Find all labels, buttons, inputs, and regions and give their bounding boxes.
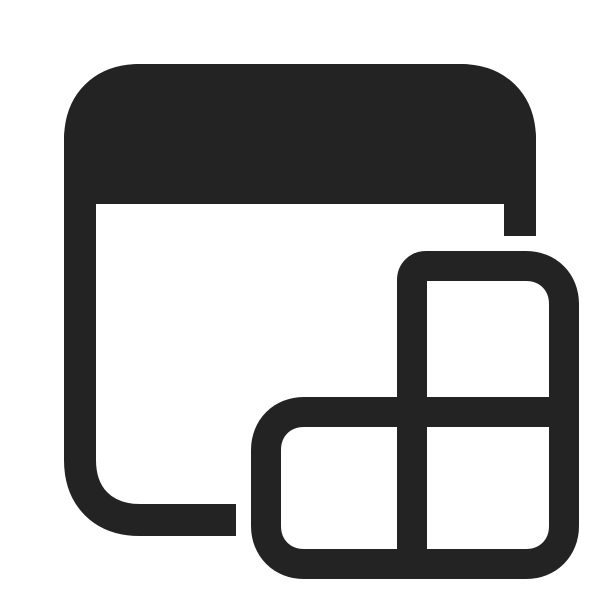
app-window-add-apps-icon <box>0 0 600 600</box>
window-header-bar <box>64 64 536 204</box>
icon-canvas <box>0 0 600 600</box>
